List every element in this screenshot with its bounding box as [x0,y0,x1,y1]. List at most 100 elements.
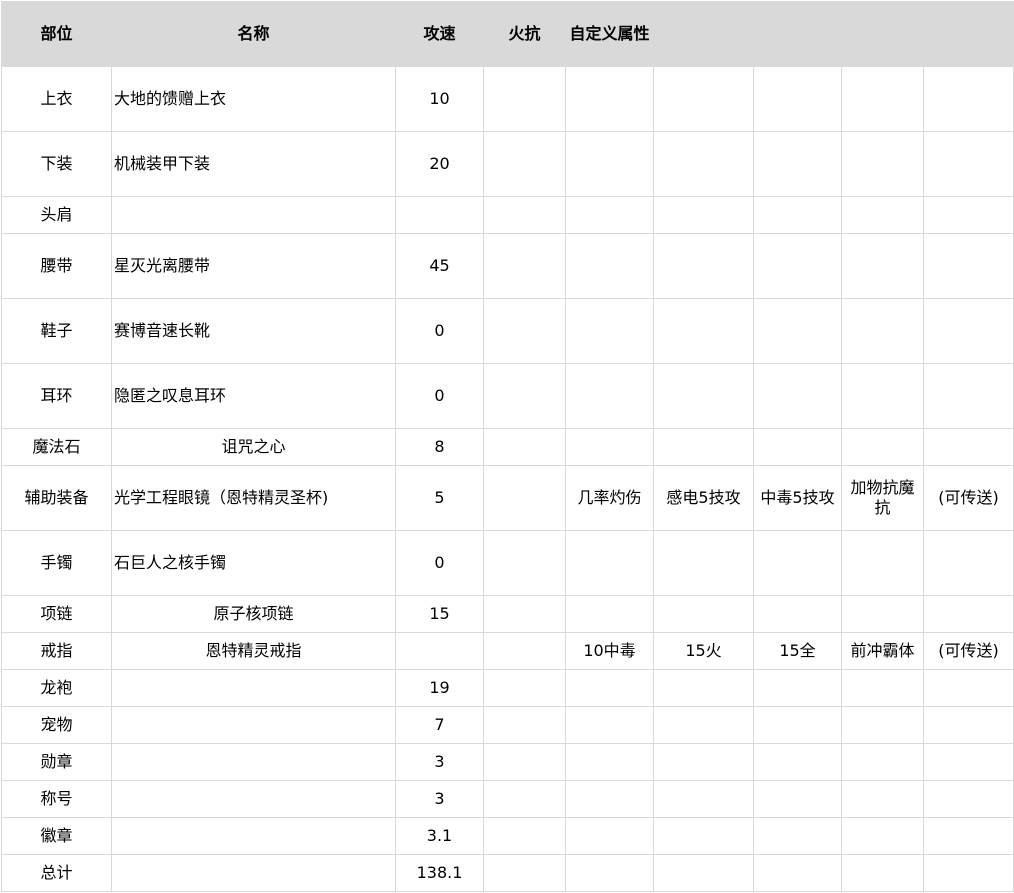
cell-fire[interactable] [483,530,566,596]
cell-name[interactable] [111,780,396,818]
cell-custom-5[interactable] [923,743,1014,781]
cell-part[interactable]: 下装 [1,131,112,197]
cell-fire[interactable] [483,743,566,781]
cell-custom-2[interactable] [653,530,754,596]
cell-custom-4[interactable] [841,669,924,707]
cell-fire[interactable] [483,428,566,466]
cell-custom-1[interactable]: 10中毒 [565,632,654,670]
cell-name[interactable]: 光学工程眼镜（恩特精灵圣杯) [111,465,396,531]
cell-custom-5[interactable] [923,706,1014,744]
cell-speed-total[interactable]: 138.1 [395,854,484,892]
cell-name[interactable]: 星灭光离腰带 [111,233,396,299]
cell-fire[interactable] [483,298,566,364]
cell-custom-1[interactable] [565,780,654,818]
cell-part[interactable]: 总计 [1,854,112,892]
cell-custom-5[interactable]: (可传送) [923,632,1014,670]
cell-part[interactable]: 宠物 [1,706,112,744]
cell-custom-3[interactable] [753,233,842,299]
cell-part[interactable]: 项链 [1,595,112,633]
cell-custom-1[interactable]: 几率灼伤 [565,465,654,531]
cell-part[interactable]: 徽章 [1,817,112,855]
cell-custom-5[interactable] [923,669,1014,707]
cell-custom-4[interactable] [841,817,924,855]
cell-custom-4[interactable] [841,196,924,234]
cell-custom-2[interactable] [653,233,754,299]
cell-part[interactable]: 戒指 [1,632,112,670]
cell-part[interactable]: 魔法石 [1,428,112,466]
cell-custom-3[interactable] [753,595,842,633]
cell-custom-1[interactable] [565,131,654,197]
cell-custom-4[interactable] [841,233,924,299]
cell-fire[interactable] [483,66,566,132]
cell-custom-1[interactable] [565,66,654,132]
cell-fire[interactable] [483,131,566,197]
cell-custom-3[interactable] [753,530,842,596]
cell-custom-1[interactable] [565,530,654,596]
cell-custom-4[interactable] [841,363,924,429]
cell-fire[interactable] [483,363,566,429]
cell-custom-5[interactable] [923,780,1014,818]
cell-custom-5[interactable] [923,196,1014,234]
cell-custom-5[interactable] [923,428,1014,466]
cell-custom-4[interactable] [841,780,924,818]
header-custom-attr[interactable]: 自定义属性 [565,1,654,67]
header-name[interactable]: 名称 [111,1,396,67]
cell-fire[interactable] [483,854,566,892]
cell-custom-2[interactable]: 感电5技攻 [653,465,754,531]
cell-fire[interactable] [483,233,566,299]
cell-custom-5[interactable]: (可传送) [923,465,1014,531]
cell-speed[interactable]: 15 [395,595,484,633]
cell-speed[interactable]: 19 [395,669,484,707]
cell-custom-1[interactable] [565,196,654,234]
cell-name[interactable] [111,196,396,234]
header-blank-1[interactable] [653,1,754,67]
cell-part[interactable]: 耳环 [1,363,112,429]
cell-custom-2[interactable] [653,817,754,855]
cell-custom-3[interactable]: 15全 [753,632,842,670]
cell-custom-2[interactable] [653,669,754,707]
cell-custom-1[interactable] [565,706,654,744]
cell-custom-2[interactable] [653,780,754,818]
cell-custom-3[interactable] [753,196,842,234]
cell-custom-5[interactable] [923,66,1014,132]
cell-custom-1[interactable] [565,233,654,299]
cell-speed[interactable]: 7 [395,706,484,744]
cell-custom-4[interactable] [841,743,924,781]
cell-name[interactable]: 大地的馈赠上衣 [111,66,396,132]
cell-custom-2[interactable] [653,428,754,466]
cell-name[interactable] [111,706,396,744]
cell-fire[interactable] [483,669,566,707]
cell-custom-4[interactable] [841,706,924,744]
cell-speed[interactable] [395,632,484,670]
cell-custom-1[interactable] [565,743,654,781]
header-fire-resist[interactable]: 火抗 [483,1,566,67]
cell-name[interactable]: 诅咒之心 [111,428,396,466]
cell-custom-4[interactable] [841,298,924,364]
header-blank-4[interactable] [923,1,1014,67]
cell-fire[interactable] [483,780,566,818]
cell-name[interactable] [111,669,396,707]
cell-custom-3[interactable] [753,66,842,132]
cell-custom-4[interactable] [841,595,924,633]
cell-custom-5[interactable] [923,595,1014,633]
cell-custom-5[interactable] [923,530,1014,596]
cell-custom-1[interactable] [565,428,654,466]
cell-custom-2[interactable] [653,131,754,197]
header-speed[interactable]: 攻速 [395,1,484,67]
cell-custom-5[interactable] [923,363,1014,429]
cell-custom-3[interactable]: 中毒5技攻 [753,465,842,531]
cell-part[interactable]: 龙袍 [1,669,112,707]
cell-custom-5[interactable] [923,854,1014,892]
cell-part[interactable]: 头肩 [1,196,112,234]
cell-name[interactable] [111,854,396,892]
cell-speed[interactable]: 3 [395,780,484,818]
cell-custom-3[interactable] [753,669,842,707]
cell-custom-3[interactable] [753,743,842,781]
cell-custom-2[interactable] [653,298,754,364]
cell-custom-1[interactable] [565,298,654,364]
cell-custom-4[interactable] [841,428,924,466]
cell-speed[interactable]: 8 [395,428,484,466]
cell-custom-4[interactable] [841,131,924,197]
cell-fire[interactable] [483,632,566,670]
cell-custom-1[interactable] [565,817,654,855]
